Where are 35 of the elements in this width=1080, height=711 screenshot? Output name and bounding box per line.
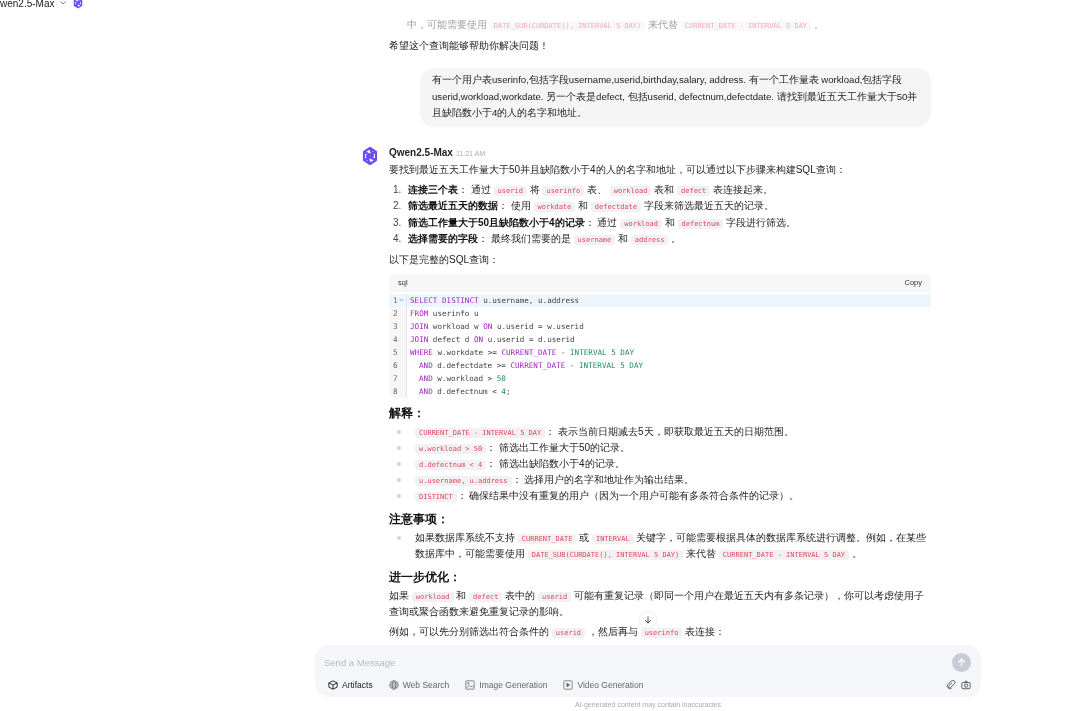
message-text: 希望这个查询能够帮助你解决问题！	[389, 39, 550, 53]
arrow-down-icon	[644, 616, 652, 624]
list-number: 2.	[393, 199, 403, 213]
list-number: 4.	[393, 232, 403, 246]
bullet-dot	[397, 446, 401, 450]
paragraph-text: 要找到最近五天工作量大于50并且缺陷数小于4的人的名字和地址，可以通过以下步骤来构建SQL查询：	[389, 162, 847, 177]
section-heading: 进一步优化：	[389, 569, 462, 585]
model-logo-icon	[72, 0, 85, 9]
camera-icon[interactable]	[961, 680, 971, 690]
list-number: 1.	[393, 182, 403, 197]
bullet-dot	[397, 478, 401, 482]
chevron-down-icon[interactable]	[60, 1, 67, 5]
paragraph-text: 以下是完整的SQL查询：	[389, 252, 500, 267]
author-name: Qwen2.5-Max	[389, 146, 453, 158]
assistant-avatar-icon	[360, 145, 380, 166]
tool-button[interactable]: Video Generation	[563, 680, 644, 690]
bullet-dot	[397, 430, 401, 434]
bullet-dot	[397, 494, 401, 498]
section-heading: 解释：	[389, 405, 426, 421]
bullet-dot	[397, 462, 401, 466]
tool-button[interactable]: Web Search	[388, 680, 450, 690]
section-heading: 注意事项：	[389, 511, 450, 527]
tool-button[interactable]: Artifacts	[328, 680, 373, 690]
globe-icon	[388, 680, 399, 690]
arrow-up-icon	[957, 657, 966, 667]
model-name[interactable]: wen2.5-Max	[0, 0, 55, 9]
tool-button[interactable]: Image Generation	[465, 680, 548, 690]
cube-icon	[328, 680, 338, 690]
paperclip-icon[interactable]	[946, 680, 956, 690]
list-number: 3.	[393, 215, 403, 230]
bullet-dot	[397, 536, 401, 540]
scroll-down-button[interactable]	[639, 611, 657, 629]
image-icon	[465, 680, 476, 690]
play-icon	[563, 680, 574, 690]
user-message: 有一个用户表userinfo,包括字段username,userid,birthday,salary, address. 有一个工作量表 workload,包括字段userid,workload,workdate. 另一个表是defect, 包括userid, defectnum,defectdate. 请找到最近五天工作量大于50并且缺陷数小于4的人的名字和地址。	[420, 68, 931, 127]
